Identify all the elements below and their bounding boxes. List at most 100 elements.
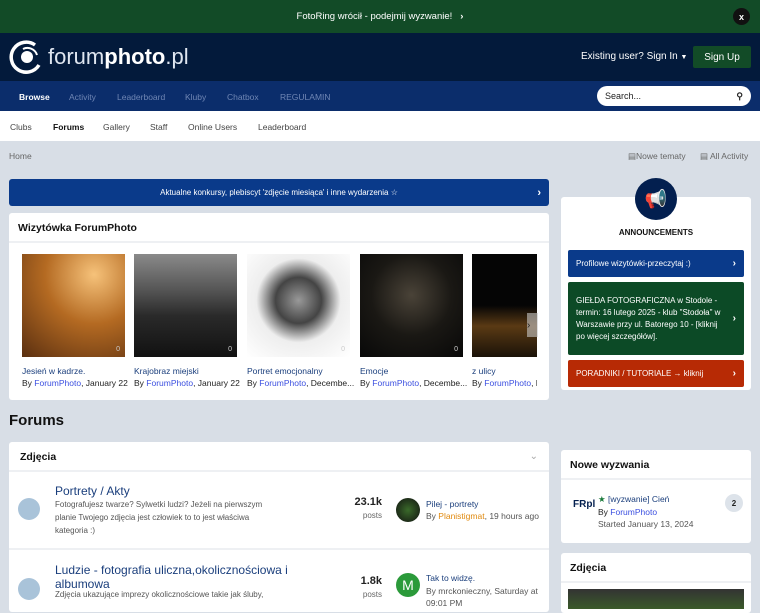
announcement-item[interactable]: PORADNIKI / TUTORIALE → kliknij › bbox=[568, 360, 744, 387]
user-avatar[interactable]: M bbox=[396, 573, 420, 597]
all-activity-label: All Activity bbox=[709, 151, 749, 161]
challenge-topic[interactable]: ★ [wyzwanie] Cień bbox=[598, 494, 669, 505]
by-label: By bbox=[134, 378, 147, 388]
showcase-item-title[interactable]: Jesień w kadrze. bbox=[22, 366, 85, 376]
new-topics-link[interactable]: ▤Nowe tematy bbox=[628, 151, 686, 162]
new-topics-label: Nowe tematy bbox=[636, 151, 686, 161]
author-link[interactable]: ForumPhoto bbox=[146, 378, 193, 388]
search-input[interactable]: Search... ⚲ bbox=[597, 86, 751, 106]
showcase-item-title[interactable]: Krajobraz miejski bbox=[134, 366, 199, 376]
by-label: By bbox=[22, 378, 35, 388]
announcement-text: Profilowe wizytówki-przeczytaj :) bbox=[576, 258, 691, 268]
author-link[interactable]: Planistigmat bbox=[438, 511, 484, 521]
user-avatar[interactable] bbox=[396, 498, 420, 522]
chevron-right-icon: › bbox=[732, 312, 736, 324]
close-button[interactable]: x bbox=[733, 8, 750, 25]
subnav-online-users[interactable]: Online Users bbox=[188, 122, 237, 132]
showcase-image[interactable] bbox=[472, 254, 537, 357]
topic-title[interactable]: [wyzwanie] Cień bbox=[608, 494, 669, 504]
subnav-gallery[interactable]: Gallery bbox=[103, 122, 130, 132]
forums-heading: Forums bbox=[9, 412, 65, 429]
photo-thumbnail[interactable] bbox=[568, 589, 744, 609]
forum-title[interactable]: Portrety / Akty bbox=[55, 484, 130, 498]
showcase-image[interactable]: 0 bbox=[360, 254, 463, 357]
logo-text-bold: photo bbox=[104, 44, 166, 69]
announcement-item[interactable]: GIEŁDA FOTOGRAFICZNA w Stodole - termin:… bbox=[568, 282, 744, 355]
chevron-right-icon: › bbox=[460, 11, 464, 22]
showcase-image[interactable]: 0 bbox=[22, 254, 125, 357]
chevron-right-icon: › bbox=[537, 186, 541, 199]
showcase-item-meta: By ForumPhoto, January 22 bbox=[22, 378, 130, 388]
forum-description: Zdjęcia ukazujące imprezy okolicznościow… bbox=[55, 590, 264, 599]
date: , N bbox=[531, 378, 537, 388]
by-label: By bbox=[472, 378, 485, 388]
showcase-item-title[interactable]: Emocje bbox=[360, 366, 388, 376]
nav-activity[interactable]: Activity bbox=[69, 92, 96, 102]
subnav-clubs[interactable]: Clubs bbox=[10, 122, 32, 132]
row-divider bbox=[9, 548, 549, 550]
carousel-next-button[interactable]: › bbox=[527, 313, 538, 337]
announcement-item[interactable]: Profilowe wizytówki-przeczytaj :) › bbox=[568, 250, 744, 277]
author-link[interactable]: ForumPhoto bbox=[372, 378, 419, 388]
pinned-icon: ★ bbox=[598, 494, 608, 504]
date: , January 22 bbox=[81, 378, 128, 388]
nav-regulamin[interactable]: REGULAMIN bbox=[280, 92, 331, 102]
showcase-image[interactable]: 0 bbox=[247, 254, 350, 357]
subnav-staff[interactable]: Staff bbox=[150, 122, 167, 132]
announcement-bar[interactable]: FotoRing wrócił - podejmij wyzwanie! › bbox=[0, 0, 760, 33]
search-placeholder: Search... bbox=[605, 91, 642, 101]
last-post-meta: By Planistigmat, 19 hours ago bbox=[426, 511, 539, 521]
list-icon: ▤ bbox=[700, 151, 710, 161]
subnav-forums[interactable]: Forums bbox=[53, 122, 84, 132]
forum-icon bbox=[18, 498, 40, 520]
breadcrumb-home[interactable]: Home bbox=[9, 151, 32, 161]
chevron-right-icon: › bbox=[732, 367, 736, 379]
forum-title[interactable]: Ludzie - fotografia uliczna,okoliczności… bbox=[55, 563, 305, 591]
challenge-meta: By ForumPhoto bbox=[598, 507, 657, 517]
nav-chatbox[interactable]: Chatbox bbox=[227, 92, 259, 102]
announcement-text[interactable]: FotoRing wrócił - podejmij wyzwanie! bbox=[297, 11, 453, 22]
last-post-title[interactable]: Tak to widzę. bbox=[426, 573, 475, 583]
category-title[interactable]: Zdjęcia bbox=[20, 451, 56, 463]
all-activity-link[interactable]: ▤ All Activity bbox=[700, 151, 748, 162]
photos-card: Zdjęcia bbox=[561, 553, 751, 613]
events-banner[interactable]: Aktualne konkursy, plebiscyt 'zdjęcie mi… bbox=[9, 179, 549, 206]
date: , January 22 bbox=[193, 378, 240, 388]
post-count: 1.8k bbox=[360, 575, 382, 587]
time: , 19 hours ago bbox=[484, 511, 539, 521]
showcase-item-title[interactable]: Portret emocjonalny bbox=[247, 366, 323, 376]
posts-label: posts bbox=[362, 511, 382, 520]
by-label: By bbox=[426, 511, 439, 521]
forum-icon bbox=[18, 578, 40, 600]
photos-title: Zdjęcia bbox=[561, 553, 751, 583]
subnav-leaderboard[interactable]: Leaderboard bbox=[258, 122, 306, 132]
site-logo[interactable]: forum photo .pl bbox=[9, 39, 189, 75]
author-link[interactable]: mrckonieczny bbox=[438, 586, 489, 596]
fr-logo: FRpl bbox=[573, 499, 596, 510]
caret-down-icon: ▼ bbox=[680, 54, 688, 61]
author-link[interactable]: ForumPhoto bbox=[484, 378, 531, 388]
chevron-down-icon[interactable]: ⌄ bbox=[530, 451, 538, 462]
showcase-image[interactable]: 0 bbox=[134, 254, 237, 357]
comment-count: 0 bbox=[228, 346, 232, 353]
by-label: By bbox=[598, 507, 611, 517]
nav-kluby[interactable]: Kluby bbox=[185, 92, 206, 102]
search-icon[interactable]: ⚲ bbox=[736, 91, 743, 102]
sign-up-button[interactable]: Sign Up bbox=[693, 46, 751, 68]
sign-in-label: Existing user? Sign In bbox=[581, 51, 678, 62]
last-post-title[interactable]: Pilej - portrety bbox=[426, 499, 478, 509]
showcase-title: Wizytówka ForumPhoto bbox=[9, 213, 549, 243]
showcase-item-title[interactable]: z ulicy bbox=[472, 366, 496, 376]
author-link[interactable]: ForumPhoto bbox=[610, 507, 657, 517]
logo-text: forum bbox=[48, 44, 105, 69]
showcase-item-meta: By ForumPhoto, N bbox=[472, 378, 537, 388]
forum-description: Fotografujesz twarze? Sylwetki ludzi? Je… bbox=[55, 500, 263, 535]
author-link[interactable]: ForumPhoto bbox=[34, 378, 81, 388]
nav-leaderboard[interactable]: Leaderboard bbox=[117, 92, 165, 102]
showcase-item-meta: By ForumPhoto, Decembe... bbox=[360, 378, 468, 388]
nav-browse[interactable]: Browse bbox=[19, 92, 50, 102]
sub-nav: Clubs Forums Gallery Staff Online Users … bbox=[0, 111, 760, 141]
author-link[interactable]: ForumPhoto bbox=[259, 378, 306, 388]
sign-in-link[interactable]: Existing user? Sign In ▼ bbox=[581, 51, 687, 62]
logo-icon bbox=[9, 40, 41, 74]
